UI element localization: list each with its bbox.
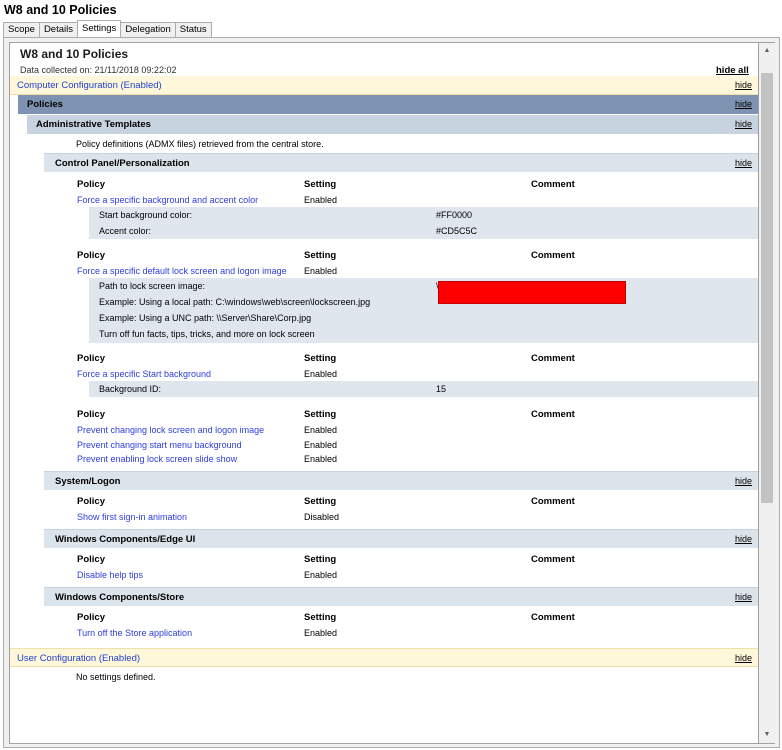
detail-label: Turn off fun facts, tips, tricks, and mo… [99,329,315,339]
scrollbar-thumb[interactable] [761,73,773,503]
hide-all-link[interactable]: hide all [716,65,749,76]
redaction-box [438,281,626,304]
column-header-comment: Comment [531,409,575,420]
policy-link[interactable]: Force a specific Start background [77,369,211,379]
detail-label: Background ID: [99,384,162,394]
column-header-comment: Comment [531,250,575,261]
column-header-setting: Setting [304,409,337,420]
column-header-comment: Comment [531,554,575,565]
column-header-comment: Comment [531,353,575,364]
column-header-setting: Setting [304,496,337,507]
policy-setting: Enabled [304,266,338,276]
detail-value: 15 [436,384,447,394]
policy-setting: Enabled [304,369,338,379]
tab-delegation[interactable]: Delegation [120,22,176,37]
tab-strip: Scope Details Settings Delegation Status [3,20,212,37]
section-title: Windows Components/Store [55,592,185,603]
window-title: W8 and 10 Policies [4,3,117,17]
policy-link[interactable]: Force a specific background and accent c… [77,195,258,205]
policy-link[interactable]: Show first sign-in animation [77,512,187,522]
column-header-comment: Comment [531,496,575,507]
settings-report: W8 and 10 Policies Data collected on: 21… [9,42,759,744]
policy-link[interactable]: Turn off the Store application [77,628,192,638]
policy-link[interactable]: Force a specific default lock screen and… [77,266,287,276]
column-header-policy: Policy [77,179,105,190]
hide-link[interactable]: hide [735,154,752,173]
policy-setting: Enabled [304,454,338,464]
section-title: Control Panel/Personalization [55,158,190,169]
column-header-comment: Comment [531,179,575,190]
policy-setting: Enabled [304,570,338,580]
administrative-templates-header[interactable]: Administrative Templates hide [27,115,758,134]
hide-link[interactable]: hide [735,76,752,95]
administrative-templates-label: Administrative Templates [36,119,151,130]
policy-detail-panel [89,381,758,397]
policy-link[interactable]: Prevent changing lock screen and logon i… [77,425,264,435]
policy-setting: Disabled [304,512,340,522]
detail-label: Start background color: [99,210,193,220]
column-header-setting: Setting [304,250,337,261]
policy-setting: Enabled [304,440,338,450]
policy-link[interactable]: Disable help tips [77,570,143,580]
scroll-up-icon[interactable]: ▲ [759,43,775,59]
column-header-setting: Setting [304,353,337,364]
policy-link[interactable]: Prevent enabling lock screen slide show [77,454,237,464]
policy-setting: Enabled [304,425,338,435]
no-settings-text: No settings defined. [76,672,156,682]
column-header-policy: Policy [77,612,105,623]
column-header-policy: Policy [77,496,105,507]
detail-label: Path to lock screen image: [99,281,206,291]
column-header-policy: Policy [77,409,105,420]
store-section-header[interactable]: Windows Components/Store hide [44,587,758,607]
edge-ui-section-header[interactable]: Windows Components/Edge UI hide [44,529,758,549]
computer-configuration-header[interactable]: Computer Configuration (Enabled) hide [10,76,758,95]
policy-setting: Enabled [304,195,338,205]
policy-link[interactable]: Prevent changing start menu background [77,440,242,450]
tab-settings[interactable]: Settings [76,20,122,37]
hide-link[interactable]: hide [735,95,752,114]
admx-note: Policy definitions (ADMX files) retrieve… [76,139,324,149]
column-header-setting: Setting [304,554,337,565]
report-title: W8 and 10 Policies [20,47,129,61]
vertical-scrollbar[interactable]: ▲ ▼ [759,42,775,744]
detail-value: #CD5C5C [436,226,478,236]
personalization-section-header[interactable]: Control Panel/Personalization hide [44,153,758,173]
logon-section-header[interactable]: System/Logon hide [44,471,758,491]
policies-label: Policies [27,99,63,110]
column-header-comment: Comment [531,612,575,623]
column-header-policy: Policy [77,554,105,565]
tab-scope[interactable]: Scope [3,22,40,37]
column-header-setting: Setting [304,179,337,190]
policies-header[interactable]: Policies hide [18,95,758,114]
section-title: Windows Components/Edge UI [55,534,196,545]
tab-details[interactable]: Details [38,22,78,37]
hide-link[interactable]: hide [735,588,752,607]
detail-label: Example: Using a UNC path: \\Server\Shar… [99,313,312,323]
detail-label: Example: Using a local path: C:\windows\… [99,297,371,307]
section-title: System/Logon [55,476,121,487]
column-header-policy: Policy [77,353,105,364]
hide-link[interactable]: hide [735,115,752,134]
tab-status[interactable]: Status [174,22,212,37]
user-configuration-label: User Configuration (Enabled) [17,653,141,664]
detail-label: Accent color: [99,226,152,236]
detail-value: #FF0000 [436,210,473,220]
policy-setting: Enabled [304,628,338,638]
scroll-down-icon[interactable]: ▼ [759,727,775,743]
column-header-setting: Setting [304,612,337,623]
collection-date: Data collected on: 21/11/2018 09:22:02 [20,65,177,75]
hide-link[interactable]: hide [735,649,752,668]
computer-configuration-label: Computer Configuration (Enabled) [17,80,162,91]
user-configuration-header[interactable]: User Configuration (Enabled) hide [10,648,758,668]
column-header-policy: Policy [77,250,105,261]
hide-link[interactable]: hide [735,530,752,549]
hide-link[interactable]: hide [735,472,752,491]
